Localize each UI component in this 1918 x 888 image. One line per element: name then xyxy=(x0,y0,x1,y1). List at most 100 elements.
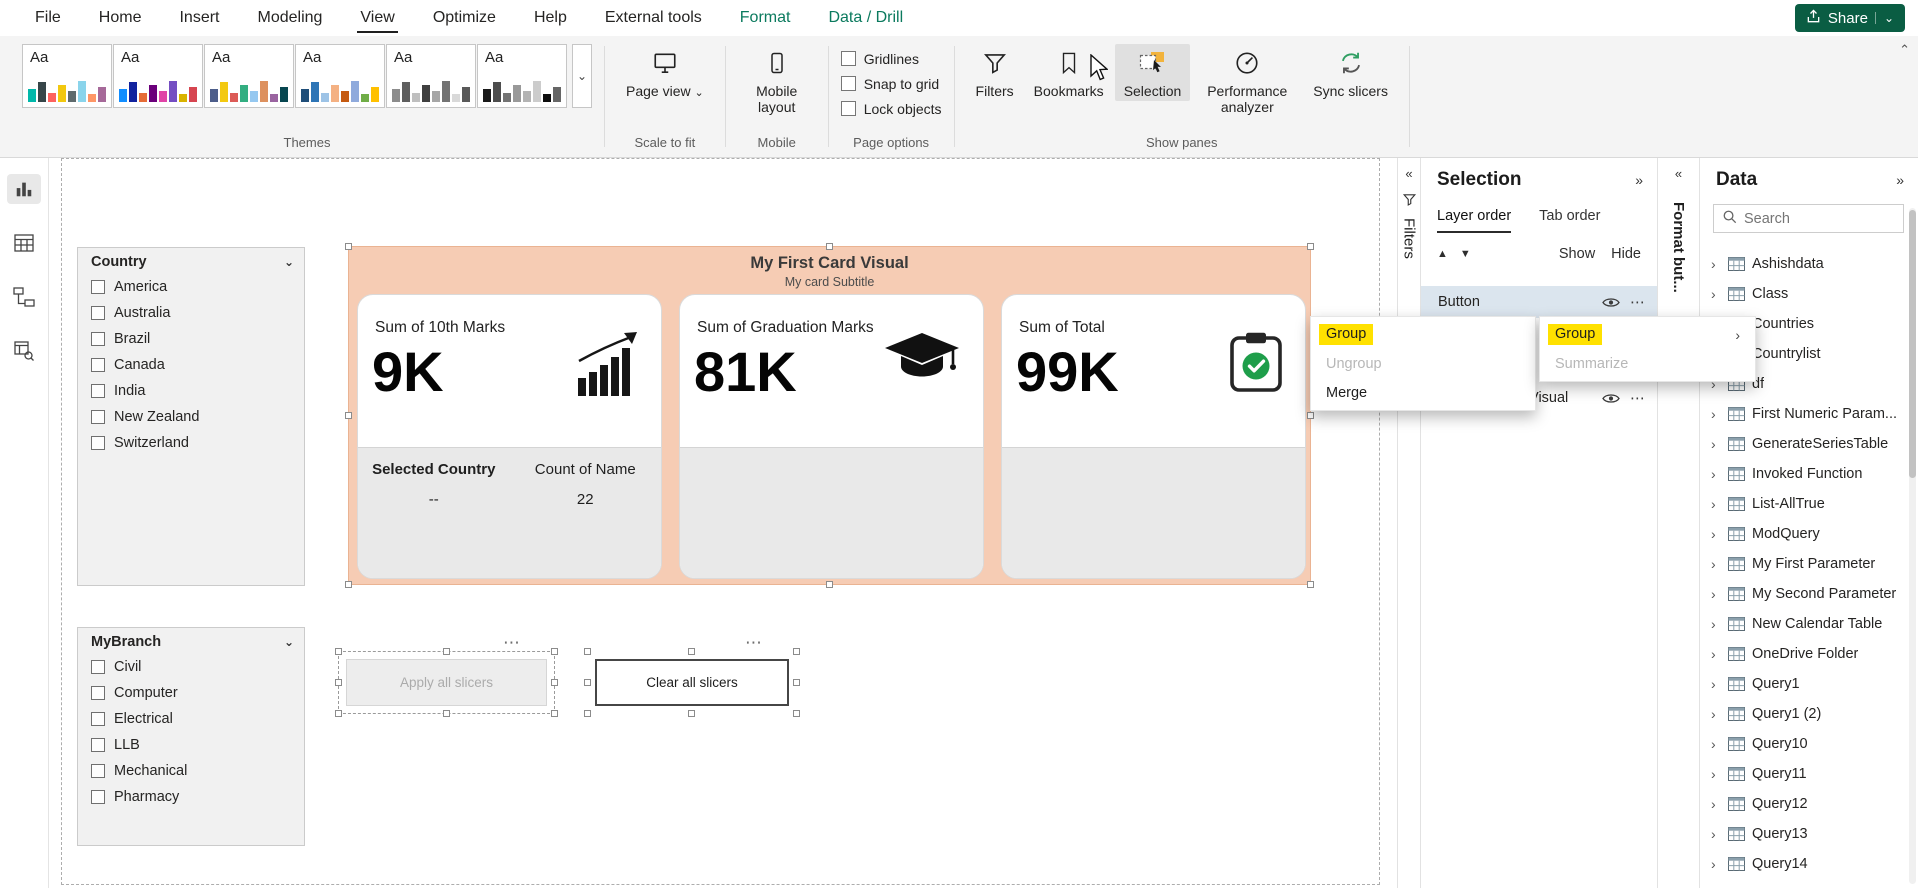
checkbox-icon[interactable] xyxy=(91,686,105,700)
more-options-icon[interactable]: ⋯ xyxy=(745,633,763,653)
slicer-item[interactable]: New Zealand xyxy=(78,404,304,430)
model-view-icon[interactable] xyxy=(7,282,41,312)
selection-handle[interactable] xyxy=(443,710,450,717)
context-menu-item-ungroup[interactable]: Ungroup xyxy=(1311,349,1535,378)
checkbox-icon[interactable] xyxy=(91,332,105,346)
chevron-right-icon[interactable]: › xyxy=(1711,526,1721,542)
checkbox-icon[interactable] xyxy=(91,790,105,804)
slicer-item[interactable]: Australia xyxy=(78,300,304,326)
report-view-icon[interactable] xyxy=(7,174,41,204)
selection-handle[interactable] xyxy=(551,648,558,655)
menu-tab-format[interactable]: Format xyxy=(721,0,810,36)
chevron-right-icon[interactable]: › xyxy=(1711,466,1721,482)
selection-handle[interactable] xyxy=(1307,412,1314,419)
move-layer-down-icon[interactable]: ▼ xyxy=(1460,248,1471,260)
checkbox-lock-objects[interactable]: Lock objects xyxy=(841,96,942,121)
slicer-item[interactable]: Mechanical xyxy=(78,758,304,784)
more-options-icon[interactable]: ⋯ xyxy=(503,633,521,653)
chevron-right-icon[interactable]: › xyxy=(1711,436,1721,452)
chevron-right-icon[interactable]: › xyxy=(1711,706,1721,722)
menu-tab-external-tools[interactable]: External tools xyxy=(586,0,721,36)
data-table-row[interactable]: ›Query10 xyxy=(1700,729,1918,759)
selection-handle[interactable] xyxy=(793,679,800,686)
chevron-right-icon[interactable]: › xyxy=(1711,616,1721,632)
slicer-item[interactable]: Pharmacy xyxy=(78,784,304,810)
checkbox-icon[interactable] xyxy=(91,358,105,372)
share-button[interactable]: Share ⌄ xyxy=(1795,4,1905,32)
theme-thumbnail[interactable]: Aa xyxy=(477,44,567,108)
theme-thumbnail[interactable]: Aa xyxy=(295,44,385,108)
selection-handle[interactable] xyxy=(584,648,591,655)
slicer-item[interactable]: Electrical xyxy=(78,706,304,732)
slicer-country[interactable]: Country⌄AmericaAustraliaBrazilCanadaIndi… xyxy=(77,247,305,586)
selection-handle[interactable] xyxy=(1307,581,1314,588)
menu-tab-optimize[interactable]: Optimize xyxy=(414,0,515,36)
dax-query-view-icon[interactable] xyxy=(7,336,41,366)
menu-tab-home[interactable]: Home xyxy=(80,0,161,36)
data-search-box[interactable] xyxy=(1713,204,1904,233)
chevron-right-icon[interactable]: › xyxy=(1711,796,1721,812)
layer-row[interactable]: Button⋯ xyxy=(1421,286,1657,318)
checkbox-icon[interactable] xyxy=(91,384,105,398)
theme-thumbnail[interactable]: Aa xyxy=(113,44,203,108)
format-pane-collapsed[interactable]: « Format but... xyxy=(1658,158,1700,888)
expand-format-pane-icon[interactable]: « xyxy=(1658,166,1699,181)
checkbox-icon[interactable] xyxy=(841,101,856,116)
selection-handle[interactable] xyxy=(335,648,342,655)
checkbox-icon[interactable] xyxy=(91,436,105,450)
selection-handle[interactable] xyxy=(826,243,833,250)
chevron-right-icon[interactable]: › xyxy=(1711,256,1721,272)
data-table-row[interactable]: ›Query1 (2) xyxy=(1700,699,1918,729)
selection-handle[interactable] xyxy=(551,710,558,717)
expand-filters-icon[interactable]: « xyxy=(1398,166,1420,181)
collapse-ribbon-icon[interactable]: ⌃ xyxy=(1899,42,1910,58)
theme-gallery-expand-button[interactable]: ⌄ xyxy=(572,44,592,108)
page-view-button[interactable]: Page view ⌄ xyxy=(617,44,713,103)
checkbox-icon[interactable] xyxy=(91,660,105,674)
checkbox-gridlines[interactable]: Gridlines xyxy=(841,46,919,71)
data-table-row[interactable]: ›First Numeric Param... xyxy=(1700,399,1918,429)
selection-handle[interactable] xyxy=(335,679,342,686)
checkbox-icon[interactable] xyxy=(91,280,105,294)
menu-tab-data-drill[interactable]: Data / Drill xyxy=(809,0,922,36)
data-table-row[interactable]: ›Query13 xyxy=(1700,819,1918,849)
slicer-item[interactable]: Canada xyxy=(78,352,304,378)
selection-handle[interactable] xyxy=(793,710,800,717)
move-layer-up-icon[interactable]: ▲ xyxy=(1437,248,1448,260)
data-table-row[interactable]: ›List-AllTrue xyxy=(1700,489,1918,519)
checkbox-icon[interactable] xyxy=(91,764,105,778)
data-table-row[interactable]: ›Invoked Function xyxy=(1700,459,1918,489)
slicer-item[interactable]: Switzerland xyxy=(78,430,304,456)
performance-analyzer-button[interactable]: Performance analyzer xyxy=(1192,44,1302,117)
checkbox-icon[interactable] xyxy=(841,76,856,91)
selection-handle[interactable] xyxy=(335,710,342,717)
more-options-icon[interactable]: ⋯ xyxy=(1630,389,1645,407)
selection-handle[interactable] xyxy=(551,679,558,686)
scrollbar-thumb[interactable] xyxy=(1909,210,1916,478)
theme-thumbnail[interactable]: Aa xyxy=(386,44,476,108)
context-menu-item-group[interactable]: Group xyxy=(1311,320,1535,349)
menu-tab-file[interactable]: File xyxy=(16,0,80,36)
data-table-row[interactable]: ›GenerateSeriesTable xyxy=(1700,429,1918,459)
slicer-mybranch[interactable]: MyBranch⌄CivilComputerElectricalLLBMecha… xyxy=(77,627,305,846)
show-button[interactable]: Show xyxy=(1559,246,1595,262)
data-table-row[interactable]: ›Query14 xyxy=(1700,849,1918,879)
menu-tab-help[interactable]: Help xyxy=(515,0,586,36)
checkbox-icon[interactable] xyxy=(841,51,856,66)
chevron-right-icon[interactable]: › xyxy=(1711,586,1721,602)
report-page[interactable]: My First Card Visual My card Subtitle Su… xyxy=(61,158,1380,885)
data-table-row[interactable]: ›OneDrive Folder xyxy=(1700,639,1918,669)
chevron-right-icon[interactable]: › xyxy=(1711,766,1721,782)
sync-slicers-button[interactable]: Sync slicers xyxy=(1304,44,1397,101)
data-view-icon[interactable] xyxy=(7,228,41,258)
more-options-icon[interactable]: ⋯ xyxy=(1630,293,1645,311)
canvas-button-apply-all-slicers[interactable]: Apply all slicers xyxy=(346,659,547,706)
selection-handle[interactable] xyxy=(1307,243,1314,250)
selection-handle[interactable] xyxy=(826,581,833,588)
kpi-card[interactable]: Sum of Graduation Marks81K xyxy=(679,294,984,579)
data-table-row[interactable]: ›Query12 xyxy=(1700,789,1918,819)
selection-handle[interactable] xyxy=(688,648,695,655)
canvas-button-clear-all-slicers[interactable]: Clear all slicers xyxy=(595,659,789,706)
data-table-row[interactable]: ›Class xyxy=(1700,279,1918,309)
slicer-item[interactable]: India xyxy=(78,378,304,404)
